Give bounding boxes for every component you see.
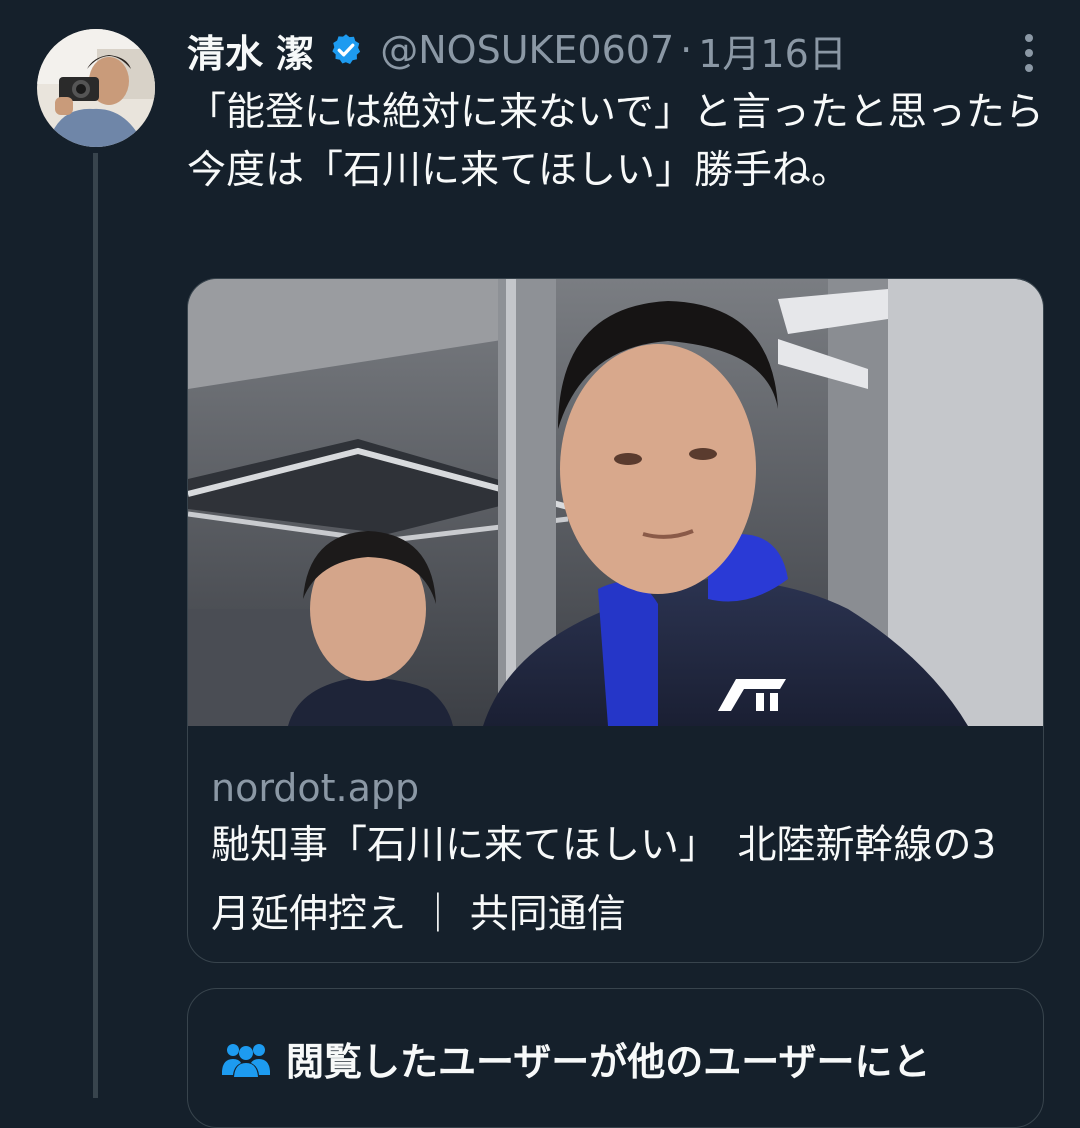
card-image <box>188 279 1043 726</box>
tweet-text: 「能登には絶対に来ないで」と言ったと思ったら今度は「石川に来てほしい」勝手ね。 <box>187 90 1044 193</box>
tweet-header: 清水 潔 @NOSUKE0607 · 1月16日 <box>187 24 1067 76</box>
card-domain: nordot.app <box>211 766 420 810</box>
card-title: 馳知事「石川に来てほしい」 北陸新幹線の3月延伸控え ｜ 共同通信 <box>211 823 997 937</box>
avatar[interactable] <box>37 29 155 147</box>
community-note[interactable]: 閲覧したユーザーが他のユーザーにと <box>187 988 1044 1128</box>
separator-dot: · <box>680 28 693 72</box>
author-handle[interactable]: @NOSUKE0607 <box>380 28 674 72</box>
community-note-header: 閲覧したユーザーが他のユーザーにと <box>222 1031 930 1086</box>
tweet-date[interactable]: 1月16日 <box>698 23 847 78</box>
thread-line <box>93 153 98 1098</box>
people-icon <box>222 1041 270 1077</box>
community-note-heading: 閲覧したユーザーが他のユーザーにと <box>286 1040 931 1084</box>
verified-badge-icon <box>328 32 364 68</box>
more-options-icon[interactable] <box>1024 34 1034 72</box>
author-name[interactable]: 清水 潔 <box>187 23 314 78</box>
link-card[interactable]: nordot.app 馳知事「石川に来てほしい」 北陸新幹線の3月延伸控え ｜ … <box>187 278 1044 963</box>
